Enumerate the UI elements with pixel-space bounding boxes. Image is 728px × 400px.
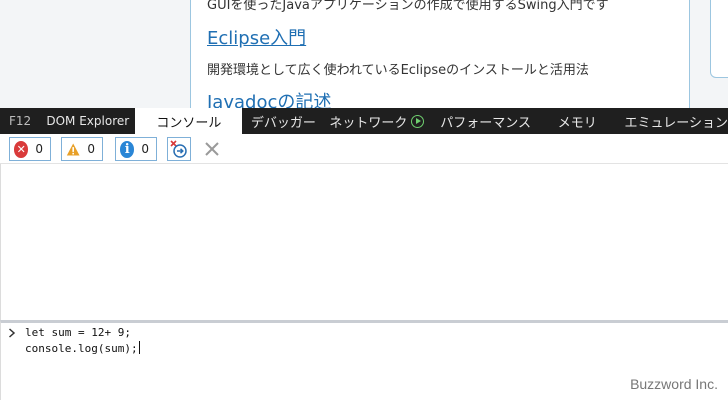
console-output-pane	[0, 164, 728, 320]
tab-network-label: ネットワーク	[329, 115, 408, 131]
watermark: Buzzword Inc.	[630, 376, 718, 392]
info-count: 0	[141, 142, 149, 156]
warning-icon	[66, 143, 80, 155]
eclipse-description: 開発環境として広く使われているEclipseのインストールと活用法	[207, 63, 589, 78]
content-card: GUIを使ったJavaアプリケーションの作成で使用するSwing入門です Ecl…	[190, 0, 690, 108]
warning-count: 0	[87, 142, 95, 156]
swing-description: GUIを使ったJavaアプリケーションの作成で使用するSwing入門です	[207, 0, 609, 13]
tab-network[interactable]: ネットワーク	[324, 108, 429, 134]
eclipse-intro-link[interactable]: Eclipse入門	[207, 24, 306, 50]
clear-console-button[interactable]	[200, 137, 224, 161]
webpage-viewport: GUIを使ったJavaアプリケーションの作成で使用するSwing入門です Ecl…	[0, 0, 728, 108]
tab-console[interactable]: コンソール	[135, 108, 243, 134]
clear-on-navigate-button[interactable]	[167, 137, 191, 161]
warning-filter-button[interactable]: 0	[61, 137, 103, 161]
javadoc-link[interactable]: Javadocの記述	[207, 88, 331, 108]
tab-memory[interactable]: メモリ	[542, 108, 613, 134]
play-circle-icon	[411, 114, 425, 128]
code-line-text: console.log(sum);	[25, 342, 138, 355]
tab-emulation[interactable]: エミュレーション	[613, 108, 728, 134]
devtools-tab-bar: F12 DOM Explorer コンソール デバッガー ネットワーク パフォー…	[0, 108, 728, 134]
code-line: console.log(sum);	[25, 341, 140, 355]
text-caret	[138, 341, 140, 354]
clear-on-navigate-icon	[170, 140, 187, 158]
console-toolbar: ✕ 0 0 i 0	[0, 134, 728, 164]
close-icon	[205, 142, 219, 156]
tab-performance[interactable]: パフォーマンス	[429, 108, 542, 134]
side-card	[710, 0, 728, 78]
info-icon: i	[120, 140, 135, 158]
error-count: 0	[35, 142, 43, 156]
tab-dom-explorer[interactable]: DOM Explorer	[40, 108, 135, 134]
tab-f12[interactable]: F12	[0, 108, 40, 134]
tab-debugger[interactable]: デバッガー	[242, 108, 324, 134]
code-line: let sum = 12+ 9;	[25, 326, 131, 339]
error-filter-button[interactable]: ✕ 0	[9, 137, 51, 161]
error-icon: ✕	[14, 140, 29, 158]
console-input-area[interactable]: let sum = 12+ 9; console.log(sum); Buzzw…	[0, 320, 728, 400]
info-filter-button[interactable]: i 0	[115, 137, 157, 161]
prompt-chevron-icon	[9, 328, 16, 338]
